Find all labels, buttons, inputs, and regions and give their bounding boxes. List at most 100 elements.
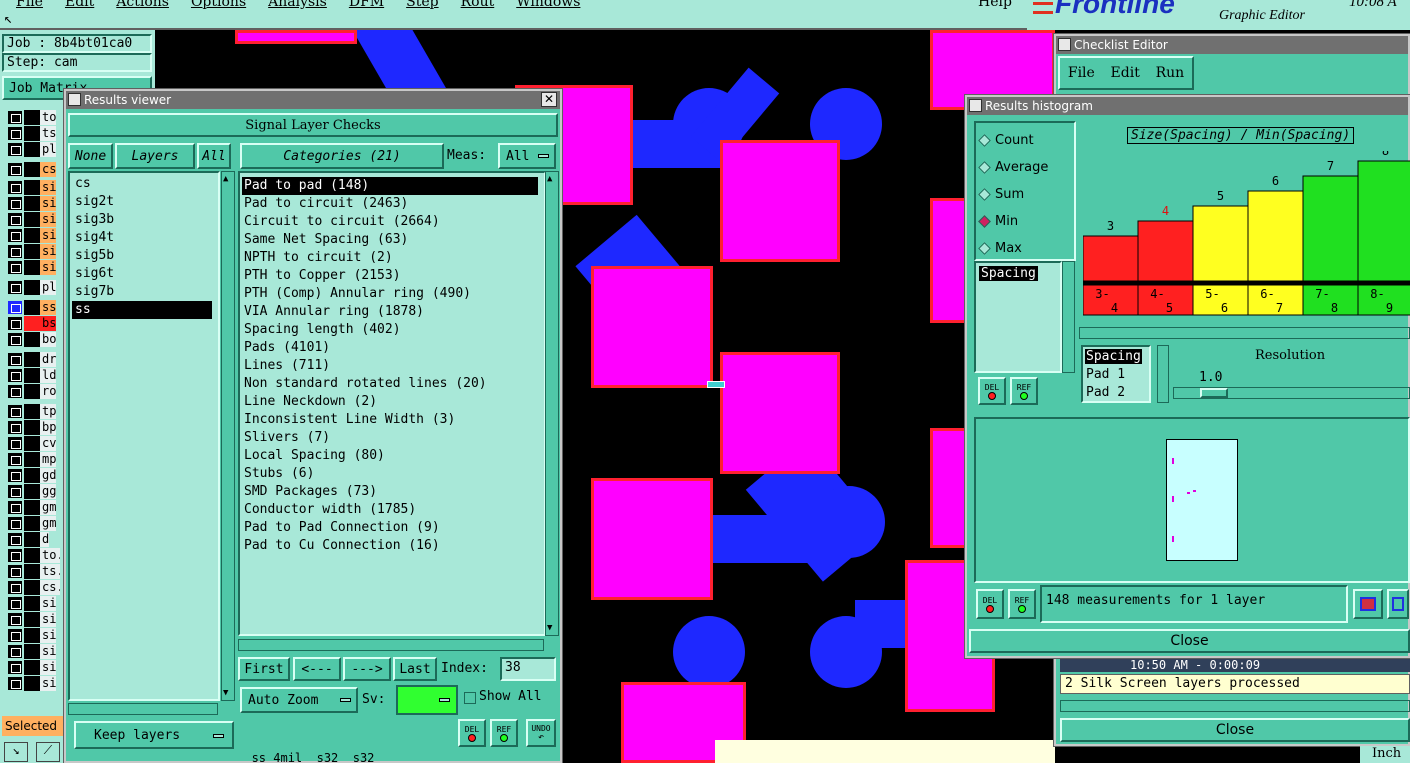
checklist-close-button[interactable]: Close bbox=[1060, 718, 1410, 742]
category-list-item[interactable]: SMD Packages (73) bbox=[242, 483, 538, 501]
keep-layers-dropdown[interactable]: Keep layers bbox=[74, 721, 234, 749]
results-histogram-titlebar[interactable]: Results histogram bbox=[967, 97, 1408, 115]
window-menu-icon[interactable] bbox=[969, 99, 982, 112]
layer-checkbox[interactable] bbox=[8, 613, 22, 626]
category-list[interactable]: Pad to pad (148) Pad to circuit (2463) Cir… bbox=[238, 171, 546, 636]
layer-strip-item[interactable]: ld bbox=[8, 368, 60, 383]
checklist-menu-edit[interactable]: Edit bbox=[1111, 65, 1140, 81]
layer-strip-item[interactable]: si bbox=[8, 676, 60, 691]
mode-radio-sum[interactable]: Sum bbox=[978, 181, 1074, 208]
category-list-item[interactable]: Non standard rotated lines (20) bbox=[242, 375, 538, 393]
undo-button[interactable]: UNDO ↶ bbox=[526, 719, 556, 747]
resolution-slider[interactable] bbox=[1173, 387, 1410, 399]
mode-radio-max[interactable]: Max bbox=[978, 235, 1074, 262]
category-list-item[interactable]: Pad to Pad Connection (9) bbox=[242, 519, 538, 537]
severity-dropdown[interactable] bbox=[396, 685, 458, 715]
layer-strip-item[interactable]: bs bbox=[8, 316, 60, 331]
layers-all-button[interactable]: All bbox=[197, 143, 231, 169]
layer-checkbox[interactable] bbox=[8, 437, 22, 450]
meas-dropdown[interactable]: All bbox=[498, 143, 556, 169]
layer-strip-item[interactable]: tp bbox=[8, 404, 60, 419]
category-list-item[interactable]: Local Spacing (80) bbox=[242, 447, 538, 465]
layer-checkbox[interactable] bbox=[8, 597, 22, 610]
checklist-menu-run[interactable]: Run bbox=[1156, 65, 1185, 81]
layer-list-item[interactable]: sig3b bbox=[72, 211, 212, 229]
auto-zoom-dropdown[interactable]: Auto Zoom bbox=[240, 687, 358, 713]
layers-button[interactable]: Layers bbox=[115, 143, 195, 169]
categories-button[interactable]: Categories (21) bbox=[240, 143, 444, 169]
menu-analysis[interactable]: Analysis bbox=[268, 0, 327, 10]
layer-strip-item[interactable]: ss bbox=[8, 300, 60, 315]
layer-strip-item[interactable]: dr bbox=[8, 352, 60, 367]
layer-checkbox[interactable] bbox=[8, 677, 22, 690]
layer-strip-item[interactable]: si bbox=[8, 612, 60, 627]
layer-checkbox[interactable] bbox=[8, 549, 22, 562]
layer-strip-item[interactable]: gg bbox=[8, 484, 60, 499]
category-list-item[interactable]: Lines (711) bbox=[242, 357, 538, 375]
category-list-item[interactable]: PTH to Copper (2153) bbox=[242, 267, 538, 285]
scroll-up-icon[interactable]: ▲ bbox=[547, 174, 552, 184]
layer-checkbox[interactable] bbox=[8, 533, 22, 546]
layer-checkbox[interactable] bbox=[8, 469, 22, 482]
menu-dfm[interactable]: DFM bbox=[349, 0, 384, 10]
layer-list-item[interactable]: sig6t bbox=[72, 265, 212, 283]
layer-strip-item[interactable]: ts. bbox=[8, 564, 60, 579]
checklist-menu-file[interactable]: File bbox=[1068, 65, 1095, 81]
category-list-item[interactable]: Circuit to circuit (2664) bbox=[242, 213, 538, 231]
prev-button[interactable]: <--- bbox=[293, 657, 341, 681]
mode-radio-min[interactable]: Min bbox=[978, 208, 1074, 235]
pad-list-item[interactable]: Pad 2 bbox=[1086, 385, 1125, 400]
menu-step[interactable]: Step bbox=[406, 0, 438, 10]
mode-radio-count[interactable]: Count bbox=[978, 127, 1074, 154]
menu-options[interactable]: Options bbox=[191, 0, 246, 10]
category-list-hscroll[interactable] bbox=[238, 639, 544, 651]
layer-strip-item[interactable]: to bbox=[8, 110, 60, 125]
layer-checkbox[interactable] bbox=[8, 181, 22, 194]
layer-strip-item[interactable]: si bbox=[8, 596, 60, 611]
layer-strip-item[interactable]: si bbox=[8, 212, 60, 227]
layer-strip-item[interactable]: d bbox=[8, 532, 60, 547]
layer-strip-item[interactable]: gd bbox=[8, 468, 60, 483]
layer-strip-item[interactable]: si bbox=[8, 196, 60, 211]
pad-list-item[interactable]: Spacing bbox=[1085, 349, 1142, 364]
layer-strip-item[interactable]: bo bbox=[8, 332, 60, 347]
close-icon[interactable]: ✕ bbox=[541, 92, 557, 107]
layer-checkbox[interactable] bbox=[8, 111, 22, 124]
resolution-slider-thumb[interactable] bbox=[1200, 388, 1228, 398]
next-button[interactable]: ---> bbox=[343, 657, 391, 681]
layers-none-button[interactable]: None bbox=[68, 143, 113, 169]
layer-checkbox[interactable] bbox=[8, 385, 22, 398]
layer-strip-item[interactable]: cv bbox=[8, 436, 60, 451]
attribute-scrollbar[interactable] bbox=[1062, 261, 1075, 373]
zoom-fit-button[interactable] bbox=[1353, 589, 1383, 619]
layer-checkbox[interactable] bbox=[8, 261, 22, 274]
layer-strip-item[interactable]: mp bbox=[8, 452, 60, 467]
hist-ref-button[interactable]: REF bbox=[1010, 377, 1038, 405]
window-menu-icon[interactable] bbox=[1058, 38, 1071, 51]
checklist-editor-titlebar[interactable]: Checklist Editor bbox=[1056, 36, 1408, 54]
category-list-item[interactable]: PTH (Comp) Annular ring (490) bbox=[242, 285, 538, 303]
category-list-item[interactable]: Inconsistent Line Width (3) bbox=[242, 411, 538, 429]
layer-checkbox[interactable] bbox=[8, 333, 22, 346]
layer-strip-item[interactable]: ts bbox=[8, 126, 60, 141]
layer-strip-item[interactable]: gm bbox=[8, 500, 60, 515]
layer-checkbox[interactable] bbox=[8, 517, 22, 530]
pad-list[interactable]: Spacing Pad 1 Pad 2 bbox=[1081, 345, 1151, 403]
layer-strip-item[interactable]: cs. bbox=[8, 580, 60, 595]
index-input[interactable]: 38 bbox=[500, 657, 556, 681]
layer-strip-item[interactable]: ro bbox=[8, 384, 60, 399]
pad-list-item[interactable]: Pad 1 bbox=[1086, 367, 1125, 382]
arrow-tool-icon[interactable]: ↘ bbox=[4, 742, 28, 762]
hist-del-button[interactable]: DEL bbox=[978, 377, 1006, 405]
layer-strip-item[interactable]: gm bbox=[8, 516, 60, 531]
category-list-item[interactable]: Spacing length (402) bbox=[242, 321, 538, 339]
zoom-window-button[interactable] bbox=[1387, 589, 1409, 619]
layer-checkbox[interactable] bbox=[8, 143, 22, 156]
layer-checkbox[interactable] bbox=[8, 229, 22, 242]
menu-windows[interactable]: Windows bbox=[516, 0, 580, 10]
category-list-item[interactable]: Same Net Spacing (63) bbox=[242, 231, 538, 249]
layer-checkbox[interactable] bbox=[8, 353, 22, 366]
layer-checkbox[interactable] bbox=[8, 197, 22, 210]
layer-list-item[interactable]: sig4t bbox=[72, 229, 212, 247]
category-list-item[interactable]: Pad to pad (148) bbox=[242, 177, 538, 195]
